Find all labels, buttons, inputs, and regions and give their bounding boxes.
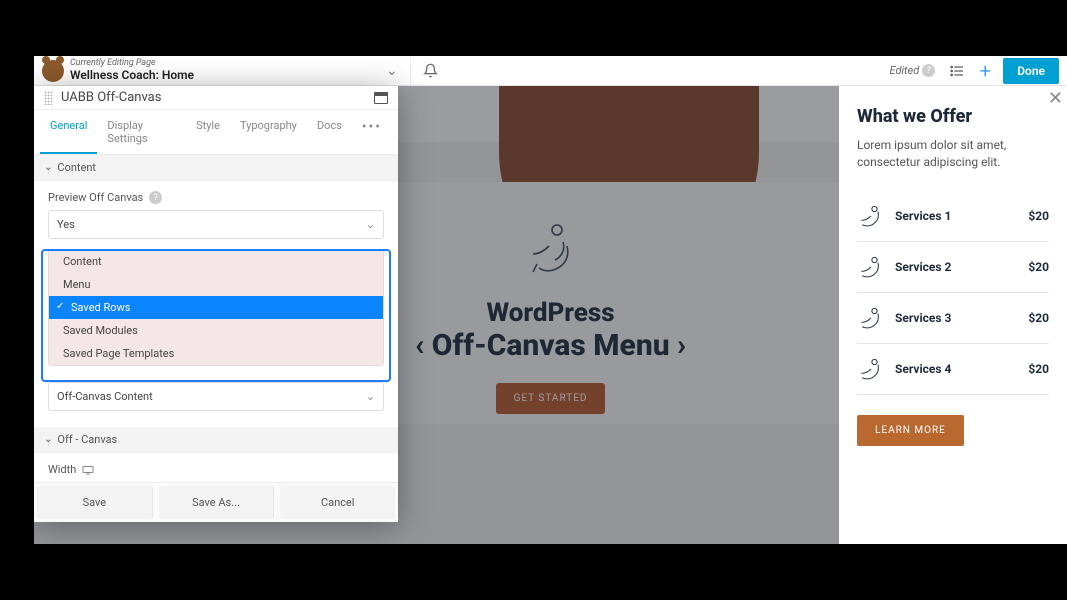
section-offcanvas-header[interactable]: ⌄ Off - Canvas	[34, 427, 398, 453]
maximize-icon[interactable]	[374, 92, 388, 104]
tab-overflow-icon[interactable]: •••	[352, 110, 392, 154]
responsive-icon[interactable]	[82, 465, 94, 475]
save-button[interactable]: Save	[37, 486, 153, 519]
topbar: Currently Editing Page Wellness Coach: H…	[34, 56, 1067, 86]
section-content-label: Content	[57, 161, 96, 174]
yoga-icon	[857, 203, 885, 229]
help-icon[interactable]: ?	[922, 64, 935, 77]
option-saved-page-templates[interactable]: Saved Page Templates	[49, 342, 383, 365]
service-row: Services 1 $20	[857, 191, 1049, 242]
notifications-bell-icon[interactable]	[410, 56, 450, 85]
service-name: Services 2	[895, 260, 1018, 274]
offer-subtitle: Lorem ipsum dolor sit amet, consectetur …	[857, 137, 1049, 171]
tab-typography[interactable]: Typography	[230, 110, 307, 154]
edited-indicator: Edited ?	[889, 64, 935, 77]
service-price: $20	[1028, 260, 1049, 274]
page-title: Wellness Coach: Home	[70, 69, 194, 82]
chevron-down-icon: ⌄	[366, 390, 375, 403]
offer-title: What we Offer	[857, 106, 1049, 127]
learn-more-button[interactable]: LEARN MORE	[857, 415, 964, 446]
add-module-icon[interactable]: +	[971, 57, 999, 85]
chevron-down-icon: ⌄	[44, 162, 52, 173]
chevron-down-icon: ⌄	[366, 218, 375, 231]
off-canvas-content-field: Off-Canvas Content ⌄	[34, 376, 398, 421]
content-type-options: Content Menu Saved Rows Saved Modules Sa…	[48, 249, 384, 366]
help-icon[interactable]: ?	[149, 191, 162, 204]
service-price: $20	[1028, 362, 1049, 376]
service-row: Services 2 $20	[857, 242, 1049, 293]
width-label: Width	[48, 463, 76, 476]
cancel-button[interactable]: Cancel	[280, 486, 395, 519]
drag-handle-icon[interactable]	[44, 91, 53, 105]
preview-off-canvas-select[interactable]: Yes ⌄	[48, 210, 384, 239]
tab-general[interactable]: General	[40, 110, 97, 154]
off-canvas-content-select[interactable]: Off-Canvas Content ⌄	[48, 382, 384, 411]
section-offcanvas-label: Off - Canvas	[57, 433, 117, 446]
preview-off-canvas-value: Yes	[57, 218, 75, 231]
panel-title: UABB Off-Canvas	[61, 90, 374, 105]
settings-tabs: General Display Settings Style Typograph…	[34, 110, 398, 155]
module-settings-panel: UABB Off-Canvas General Display Settings…	[34, 86, 398, 522]
section-content-header[interactable]: ⌄ Content	[34, 155, 398, 181]
beaver-logo-icon	[42, 60, 64, 82]
content-type-dropdown: Content Menu Saved Rows Saved Modules Sa…	[34, 249, 398, 376]
outline-icon[interactable]	[943, 57, 971, 85]
close-icon[interactable]: ✕	[1048, 88, 1063, 109]
width-field: Width px ⌄	[34, 453, 398, 482]
tab-display-settings[interactable]: Display Settings	[97, 110, 186, 154]
chevron-down-icon: ⌄	[44, 434, 52, 445]
service-name: Services 1	[895, 209, 1018, 223]
app-shell: Currently Editing Page Wellness Coach: H…	[34, 56, 1067, 544]
option-saved-modules[interactable]: Saved Modules	[49, 319, 383, 342]
preview-off-canvas-label: Preview Off Canvas	[48, 191, 143, 204]
title-block: Currently Editing Page Wellness Coach: H…	[70, 59, 194, 81]
panel-body: ⌄ Content Preview Off Canvas ? Yes ⌄ Con…	[34, 155, 398, 482]
tab-style[interactable]: Style	[186, 110, 230, 154]
offcanvas-preview: ✕ What we Offer Lorem ipsum dolor sit am…	[839, 86, 1067, 544]
option-saved-rows[interactable]: Saved Rows	[49, 296, 383, 319]
yoga-icon	[857, 305, 885, 331]
yoga-icon	[857, 254, 885, 280]
service-name: Services 3	[895, 311, 1018, 325]
preview-off-canvas-field: Preview Off Canvas ? Yes ⌄	[34, 181, 398, 249]
service-row: Services 3 $20	[857, 293, 1049, 344]
tab-docs[interactable]: Docs	[307, 110, 352, 154]
option-content[interactable]: Content	[49, 250, 383, 273]
page-switcher-chevron-icon[interactable]: ⌄	[374, 63, 410, 79]
panel-footer: Save Save As... Cancel	[34, 482, 398, 522]
service-price: $20	[1028, 209, 1049, 223]
done-button[interactable]: Done	[1003, 58, 1059, 84]
off-canvas-content-label: Off-Canvas Content	[57, 390, 153, 403]
edited-label: Edited	[889, 64, 919, 77]
panel-header[interactable]: UABB Off-Canvas	[34, 86, 398, 110]
yoga-icon	[857, 356, 885, 382]
option-menu[interactable]: Menu	[49, 273, 383, 296]
service-price: $20	[1028, 311, 1049, 325]
service-name: Services 4	[895, 362, 1018, 376]
service-row: Services 4 $20	[857, 344, 1049, 395]
save-as-button[interactable]: Save As...	[159, 486, 275, 519]
